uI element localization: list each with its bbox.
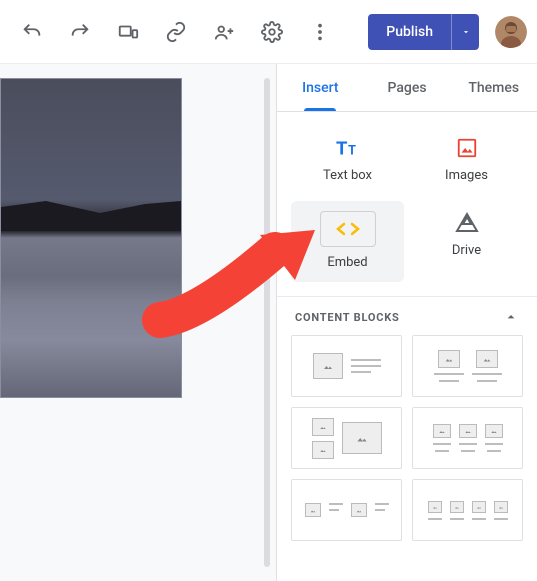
publish-button-group: Publish	[368, 14, 479, 50]
placeholder-image-icon	[312, 441, 334, 459]
placeholder-image-icon	[312, 418, 334, 436]
publish-button[interactable]: Publish	[368, 14, 451, 50]
share-icon[interactable]	[202, 10, 246, 54]
undo-icon[interactable]	[10, 10, 54, 54]
block-layout-2[interactable]	[412, 335, 523, 397]
avatar[interactable]	[495, 16, 527, 48]
insert-embed[interactable]: Embed	[291, 201, 404, 282]
block-layout-6[interactable]	[412, 479, 523, 541]
svg-text:T: T	[348, 143, 356, 158]
svg-text:T: T	[336, 137, 348, 159]
textbox-icon: TT	[336, 136, 360, 160]
block-layout-3[interactable]	[291, 407, 402, 469]
gear-icon[interactable]	[250, 10, 294, 54]
publish-dropdown[interactable]	[451, 14, 479, 50]
placeholder-image-icon	[433, 424, 451, 438]
insert-grid: TT Text box Images Embed Drive	[277, 112, 537, 296]
canvas-image[interactable]	[0, 78, 182, 398]
section-content-blocks[interactable]: CONTENT BLOCKS	[277, 296, 537, 335]
insert-images-label: Images	[445, 168, 488, 183]
embed-icon	[320, 211, 376, 247]
block-layout-1[interactable]	[291, 335, 402, 397]
canvas-area[interactable]	[0, 64, 277, 581]
insert-textbox[interactable]: TT Text box	[291, 126, 404, 195]
placeholder-image-icon	[438, 350, 460, 368]
block-layout-4[interactable]	[412, 407, 523, 469]
placeholder-image-icon	[476, 350, 498, 368]
toolbar: Publish	[0, 0, 537, 64]
placeholder-image-icon	[313, 353, 343, 379]
redo-icon[interactable]	[58, 10, 102, 54]
section-content-blocks-label: CONTENT BLOCKS	[295, 311, 400, 324]
insert-embed-label: Embed	[327, 255, 367, 270]
tab-themes[interactable]: Themes	[450, 64, 537, 111]
drive-icon	[455, 211, 479, 235]
placeholder-image-icon	[494, 501, 508, 513]
link-icon[interactable]	[154, 10, 198, 54]
more-icon[interactable]	[298, 10, 342, 54]
tab-pages[interactable]: Pages	[364, 64, 451, 111]
placeholder-image-icon	[342, 422, 382, 454]
tab-insert[interactable]: Insert	[277, 64, 364, 111]
placeholder-image-icon	[428, 501, 442, 513]
insert-drive[interactable]: Drive	[410, 201, 523, 282]
images-icon	[455, 136, 479, 160]
insert-textbox-label: Text box	[323, 168, 372, 183]
chevron-up-icon	[503, 309, 519, 325]
side-panel: Insert Pages Themes TT Text box Images	[277, 64, 537, 581]
placeholder-image-icon	[472, 501, 486, 513]
rule-vert	[264, 78, 270, 567]
preview-icon[interactable]	[106, 10, 150, 54]
placeholder-image-icon	[485, 424, 503, 438]
placeholder-image-icon	[351, 503, 367, 517]
placeholder-image-icon	[450, 501, 464, 513]
block-layout-5[interactable]	[291, 479, 402, 541]
publish-label: Publish	[386, 24, 433, 40]
content-blocks-grid	[277, 335, 537, 555]
insert-images[interactable]: Images	[410, 126, 523, 195]
insert-drive-label: Drive	[452, 243, 481, 258]
placeholder-lines	[351, 359, 381, 373]
panel-tabs: Insert Pages Themes	[277, 64, 537, 112]
placeholder-image-icon	[459, 424, 477, 438]
placeholder-image-icon	[305, 503, 321, 517]
